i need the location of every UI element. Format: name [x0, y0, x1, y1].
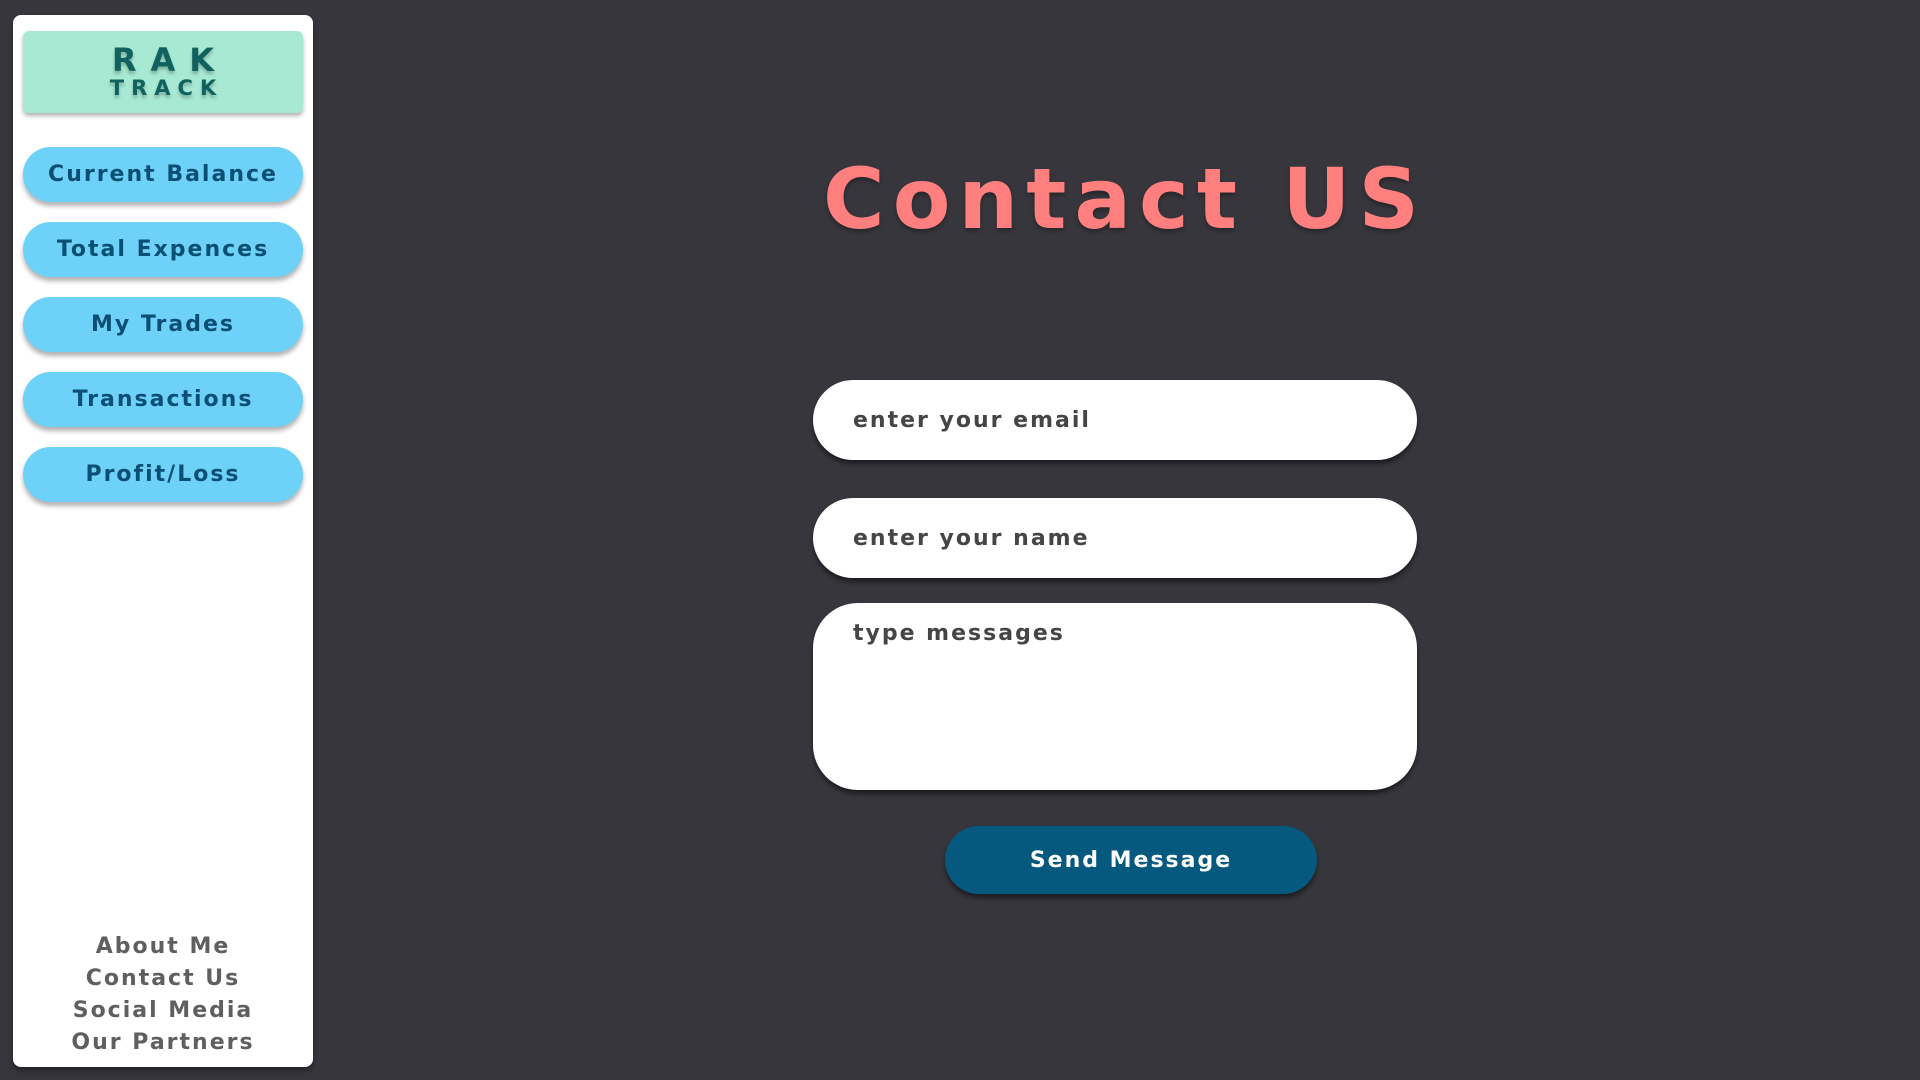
sidebar-nav: Current Balance Total Expences My Trades… — [23, 147, 303, 522]
sidebar-item-transactions[interactable]: Transactions — [23, 372, 303, 427]
message-field[interactable] — [813, 603, 1417, 790]
sidebar: RAK TRACK Current Balance Total Expences… — [13, 15, 313, 1067]
page-title: Contact US — [823, 150, 1427, 248]
brand-name: RAK — [111, 41, 229, 79]
sidebar-item-my-trades[interactable]: My Trades — [23, 297, 303, 352]
footer-link-about-me[interactable]: About Me — [13, 931, 313, 963]
brand-subname: TRACK — [109, 76, 224, 100]
sidebar-item-current-balance[interactable]: Current Balance — [23, 147, 303, 202]
send-message-button[interactable]: Send Message — [945, 826, 1317, 894]
footer-link-contact-us[interactable]: Contact Us — [13, 963, 313, 995]
sidebar-item-total-expences[interactable]: Total Expences — [23, 222, 303, 277]
name-field[interactable] — [813, 498, 1417, 578]
footer-link-our-partners[interactable]: Our Partners — [13, 1027, 313, 1059]
sidebar-item-profit-loss[interactable]: Profit/Loss — [23, 447, 303, 502]
email-field[interactable] — [813, 380, 1417, 460]
footer-link-social-media[interactable]: Social Media — [13, 995, 313, 1027]
sidebar-footer-links: About Me Contact Us Social Media Our Par… — [13, 931, 313, 1059]
brand-logo[interactable]: RAK TRACK — [23, 31, 303, 113]
